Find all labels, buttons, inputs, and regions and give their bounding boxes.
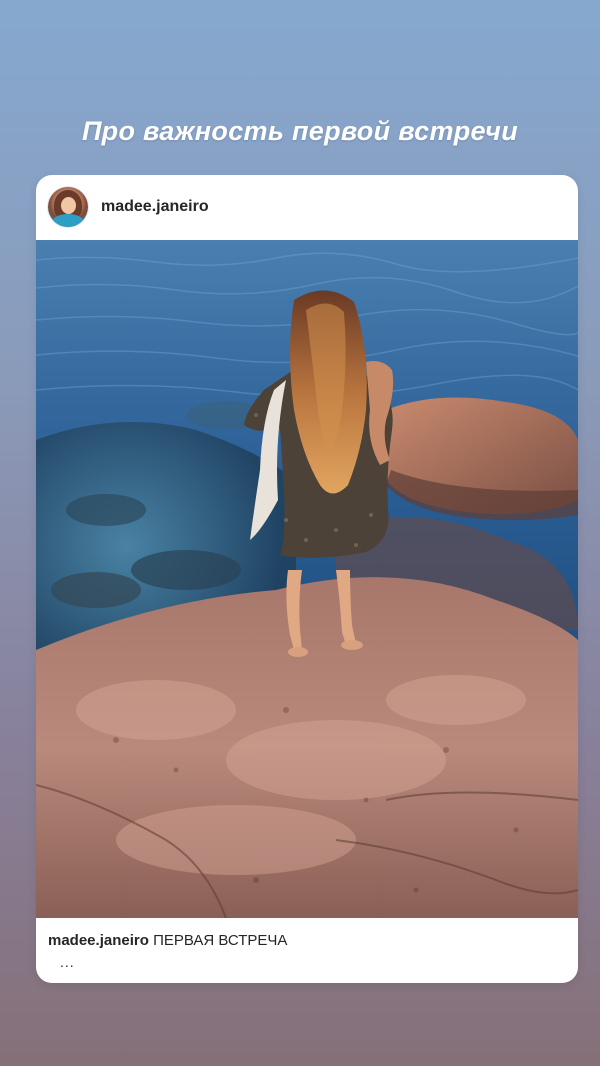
post-card[interactable]: madee.janeiro madee.janeiro ПЕРВАЯ ВСТРЕ… <box>36 175 578 983</box>
avatar-body <box>52 214 84 227</box>
post-header: madee.janeiro <box>36 175 578 240</box>
photo-illustration <box>36 240 578 918</box>
post-username[interactable]: madee.janeiro <box>101 198 209 216</box>
more-indicator[interactable]: ... <box>60 954 75 970</box>
avatar[interactable] <box>48 187 88 227</box>
post-caption: madee.janeiro ПЕРВАЯ ВСТРЕЧА <box>48 932 287 949</box>
caption-username[interactable]: madee.janeiro <box>48 932 149 949</box>
avatar-face <box>61 197 76 214</box>
caption-text: ПЕРВАЯ ВСТРЕЧА <box>153 932 288 949</box>
post-photo <box>36 240 578 918</box>
story-title: Про важность первой встречи <box>81 116 519 146</box>
